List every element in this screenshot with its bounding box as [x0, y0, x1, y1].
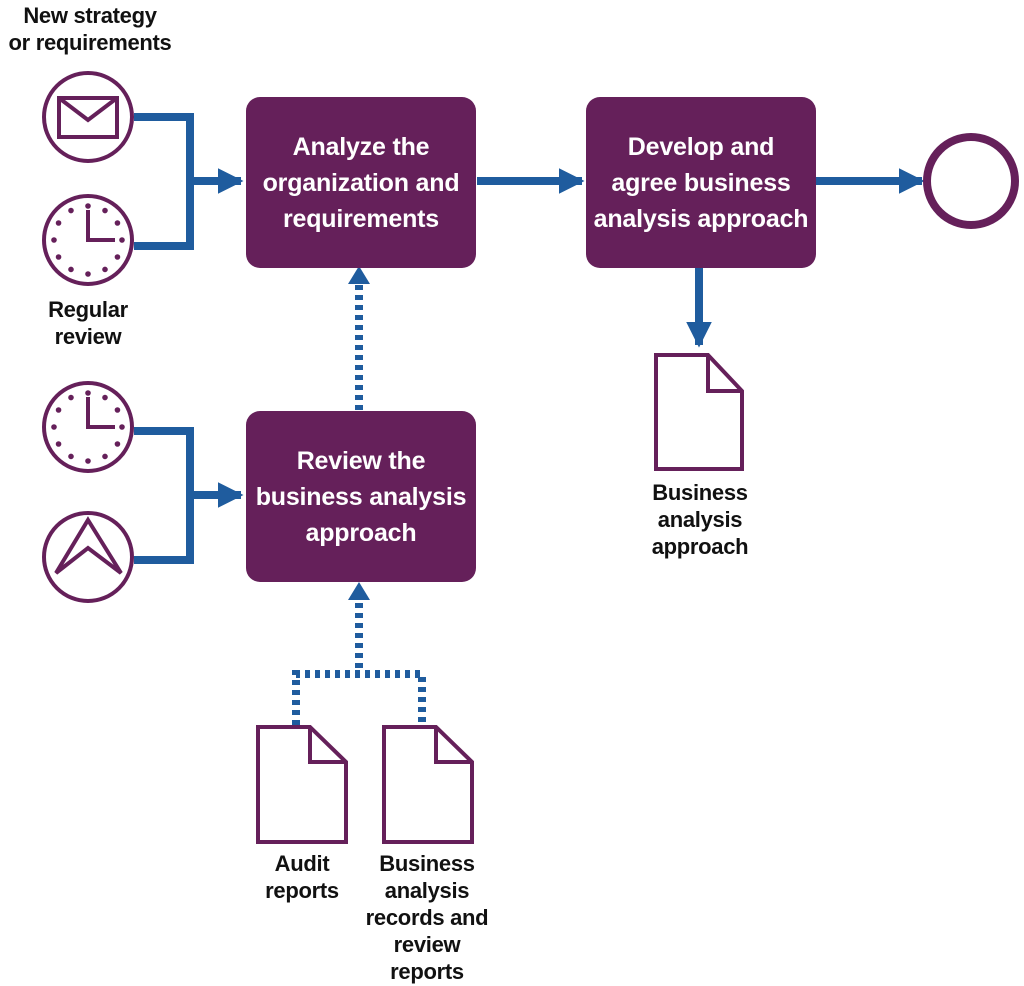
end-event-circle	[923, 133, 1019, 229]
process-label-line: approach	[305, 518, 417, 547]
clock-tick	[114, 220, 121, 226]
clock-tick	[114, 407, 121, 413]
clock-tick	[51, 424, 57, 430]
clock-tick	[68, 207, 74, 214]
clock-tick	[85, 390, 91, 396]
clock-tick	[51, 237, 57, 243]
clock-event-regular-review	[42, 194, 134, 286]
label-audit-reports: Audit reports	[242, 850, 362, 904]
clock-tick	[68, 394, 74, 401]
document-icon-ba-approach	[654, 353, 744, 471]
clock-tick	[55, 254, 62, 260]
clock-tick	[102, 394, 108, 401]
process-develop-approach[interactable]: Develop and agree business analysis appr…	[586, 97, 816, 268]
label-line: Regular	[48, 297, 128, 322]
diagram-canvas	[42, 71, 1019, 844]
clock-tick	[68, 453, 74, 460]
label-line: reports	[390, 959, 464, 984]
label-ba-approach: Business analysis approach	[630, 479, 770, 560]
connector-envelope-to-merge	[134, 113, 194, 250]
label-line: review	[393, 932, 461, 957]
label-line: Audit	[274, 851, 330, 876]
label-new-strategy: New strategy or requirements	[0, 2, 180, 56]
clock-tick	[85, 203, 91, 209]
clock-tick	[119, 424, 125, 430]
clock-tick	[119, 237, 125, 243]
process-label-line: organization and	[262, 168, 460, 197]
label-line: records and	[365, 905, 489, 930]
clock-tick	[55, 220, 62, 226]
process-review-approach[interactable]: Review the business analysis approach	[246, 411, 476, 582]
clock-tick	[114, 441, 121, 447]
clock-tick	[55, 441, 62, 447]
label-ba-records: Business analysis records and review rep…	[352, 850, 502, 985]
process-label-line: Develop and	[627, 132, 775, 161]
clock-event-timer	[42, 381, 134, 473]
label-line: review	[54, 324, 122, 349]
document-icon-audit-reports	[256, 725, 348, 844]
envelope-event	[42, 71, 134, 163]
clock-tick	[114, 254, 121, 260]
label-line: analysis	[657, 507, 743, 532]
process-label-line: Analyze the	[292, 132, 430, 161]
clock-tick	[85, 271, 91, 277]
clock-tick	[102, 266, 108, 273]
clock-tick	[68, 266, 74, 273]
label-line: Business	[652, 480, 748, 505]
process-analyze-organization[interactable]: Analyze the organization and requirement…	[246, 97, 476, 268]
dotted-docs-branch	[292, 670, 426, 725]
label-regular-review: Regular review	[28, 296, 148, 350]
label-line: approach	[651, 534, 749, 559]
label-line: reports	[265, 878, 339, 903]
label-line: analysis	[384, 878, 470, 903]
process-label-line: agree business	[611, 168, 791, 197]
process-label-line: requirements	[283, 204, 439, 233]
process-label-line: Review the	[296, 446, 426, 475]
arrowhead-to-review	[348, 582, 370, 600]
label-line: New strategy	[23, 3, 157, 28]
clock-tick	[55, 407, 62, 413]
escalation-event	[42, 511, 134, 603]
document-icon-ba-records	[382, 725, 474, 844]
clock-tick	[102, 453, 108, 460]
clock-tick	[85, 458, 91, 464]
label-line: Business	[379, 851, 475, 876]
connector-timer-to-merge	[134, 427, 194, 564]
process-label-line: business analysis	[255, 482, 467, 511]
label-line: or requirements	[8, 30, 172, 55]
process-label-line: analysis approach	[593, 204, 809, 233]
clock-tick	[102, 207, 108, 214]
arrowhead-to-analyze	[348, 266, 370, 284]
